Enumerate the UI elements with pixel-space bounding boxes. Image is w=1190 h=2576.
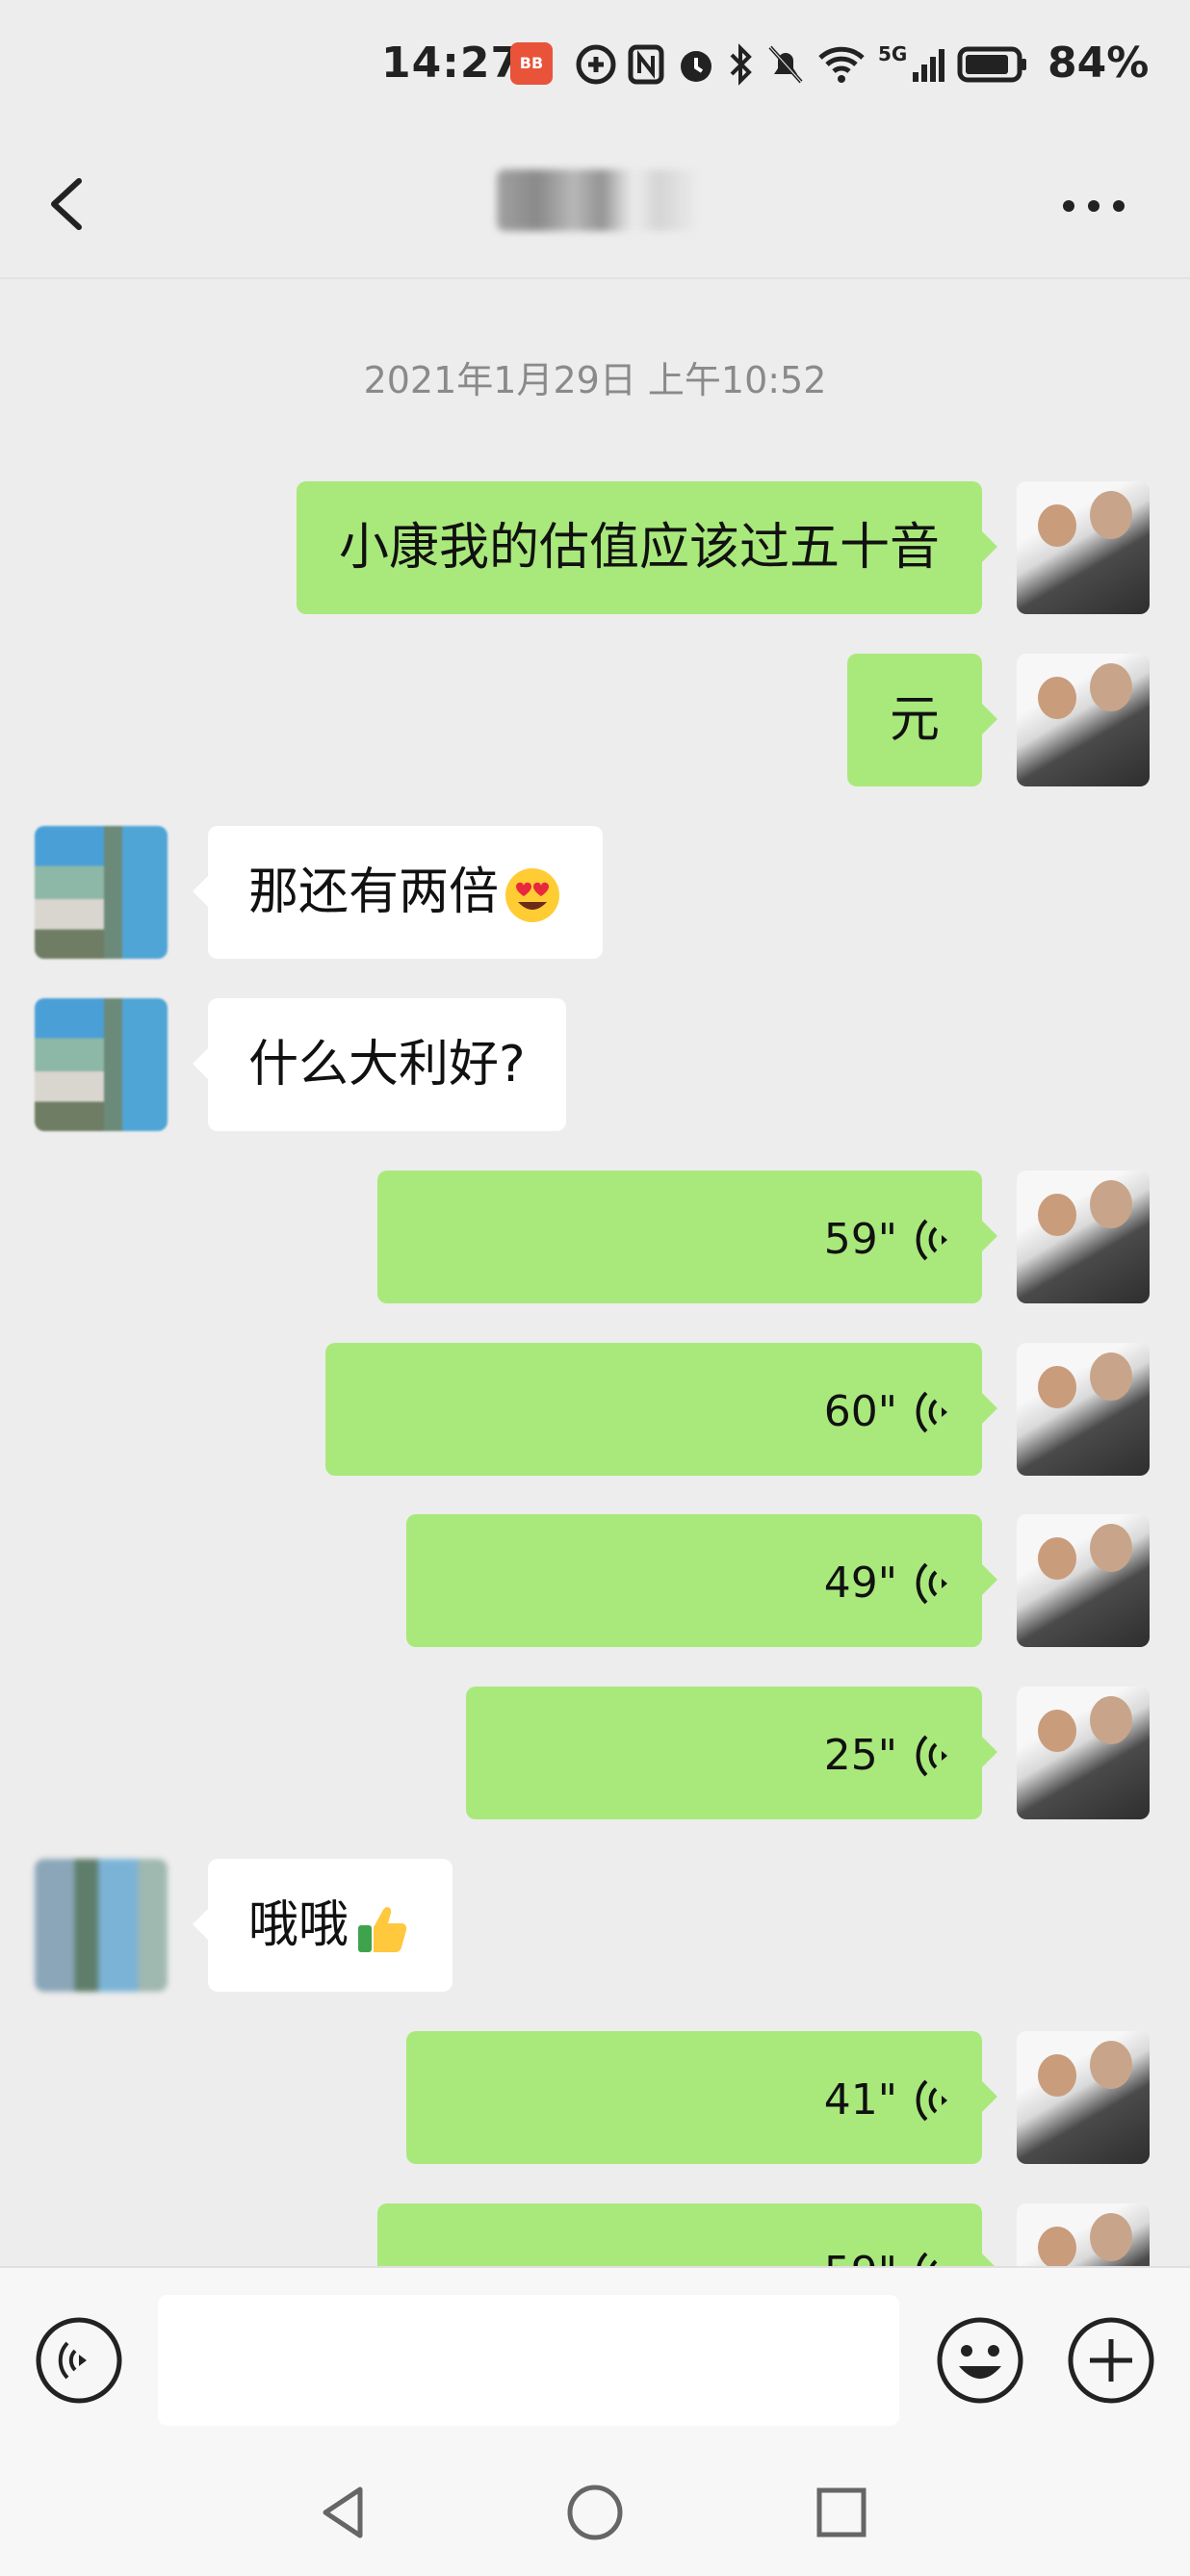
outgoing-voice-bubble[interactable]: 25" xyxy=(466,1687,997,1819)
battery-icon xyxy=(957,46,1027,83)
plus-icon[interactable] xyxy=(1065,2314,1157,2407)
incoming-text-bubble[interactable]: 哦哦 xyxy=(192,1859,453,1992)
message-row: 25" xyxy=(0,1687,1190,1819)
message-row: 41" xyxy=(0,2031,1190,2164)
voice-duration: 49" xyxy=(823,1558,897,1608)
mute-bell-icon xyxy=(768,45,803,84)
contact-avatar[interactable] xyxy=(35,826,168,959)
outgoing-voice-bubble[interactable]: 60" xyxy=(325,1343,997,1476)
bluetooth-icon xyxy=(730,43,752,86)
chat-header xyxy=(0,135,1190,279)
wifi-icon xyxy=(818,46,865,83)
outgoing-text-bubble[interactable]: 小康我的估值应该过五十音 xyxy=(296,481,998,614)
voice-duration: 59" xyxy=(823,1215,897,1264)
message-text: 元 xyxy=(889,691,940,749)
voice-duration: 41" xyxy=(823,2075,897,2125)
back-arrow-icon[interactable] xyxy=(35,160,112,246)
message-row: 60" xyxy=(0,1343,1190,1476)
system-navigation-bar xyxy=(0,2455,1190,2576)
message-row: 哦哦 xyxy=(0,1859,1190,1992)
more-options-icon[interactable] xyxy=(1055,177,1132,235)
emoji-icon[interactable] xyxy=(934,2314,1026,2407)
self-avatar[interactable] xyxy=(1017,1514,1150,1647)
message-text: 小康我的估值应该过五十音 xyxy=(338,519,940,577)
status-bar: 14:27 BB 5G 84% xyxy=(0,0,1190,135)
message-row: 那还有两倍 xyxy=(0,826,1190,959)
voice-wave-icon xyxy=(916,1219,947,1261)
self-avatar[interactable] xyxy=(1017,1687,1150,1819)
outgoing-voice-bubble[interactable]: 59" xyxy=(377,1171,997,1303)
contact-avatar[interactable] xyxy=(35,998,168,1131)
battery-percent: 84% xyxy=(1048,39,1150,88)
nav-home-icon[interactable] xyxy=(564,2482,626,2543)
data-saver-icon xyxy=(576,44,616,85)
heart-eyes-emoji-icon xyxy=(505,868,560,922)
voice-input-icon[interactable] xyxy=(33,2314,125,2407)
outgoing-voice-bubble[interactable]: 41" xyxy=(406,2031,997,2164)
outgoing-text-bubble[interactable]: 元 xyxy=(846,654,998,786)
message-row: 59" xyxy=(0,1171,1190,1303)
status-time: 14:27 xyxy=(381,39,522,88)
input-bar xyxy=(0,2266,1190,2457)
message-text: 哦哦 xyxy=(248,1896,349,1954)
voice-wave-icon xyxy=(916,2079,947,2122)
self-avatar[interactable] xyxy=(1017,481,1150,614)
network-type-label: 5G xyxy=(878,42,908,65)
message-row: 小康我的估值应该过五十音 xyxy=(0,481,1190,614)
outgoing-voice-bubble[interactable]: 49" xyxy=(406,1514,997,1647)
nfc-icon xyxy=(628,44,664,85)
status-icons: 5G xyxy=(576,40,1028,89)
self-avatar[interactable] xyxy=(1017,1171,1150,1303)
incoming-text-bubble[interactable]: 什么大利好? xyxy=(193,998,566,1131)
voice-wave-icon xyxy=(916,1735,947,1777)
message-row: 什么大利好? xyxy=(0,998,1190,1131)
alarm-icon xyxy=(681,51,711,82)
self-avatar[interactable] xyxy=(1017,2031,1150,2164)
voice-wave-icon xyxy=(916,1562,947,1605)
message-row: 49" xyxy=(0,1514,1190,1647)
voice-duration: 25" xyxy=(823,1731,897,1780)
message-text: 什么大利好? xyxy=(248,1036,526,1094)
message-input[interactable] xyxy=(158,2295,899,2426)
chat-timestamp: 2021年1月29日 上午10:52 xyxy=(363,359,827,401)
message-row: 元 xyxy=(0,654,1190,786)
contact-name xyxy=(497,169,699,231)
contact-avatar[interactable] xyxy=(35,1859,168,1992)
message-text: 那还有两倍 xyxy=(248,863,500,921)
incoming-text-bubble[interactable]: 那还有两倍 xyxy=(192,826,604,959)
self-avatar[interactable] xyxy=(1017,654,1150,786)
nav-back-icon[interactable] xyxy=(314,2482,375,2543)
nav-recents-icon[interactable] xyxy=(811,2482,872,2543)
thumbs-up-emoji-icon xyxy=(358,1907,407,1952)
signal-icon xyxy=(913,49,945,82)
voice-duration: 60" xyxy=(823,1387,897,1436)
self-avatar[interactable] xyxy=(1017,1343,1150,1476)
voice-wave-icon xyxy=(916,1391,947,1433)
notification-app-icon: BB xyxy=(510,42,553,85)
